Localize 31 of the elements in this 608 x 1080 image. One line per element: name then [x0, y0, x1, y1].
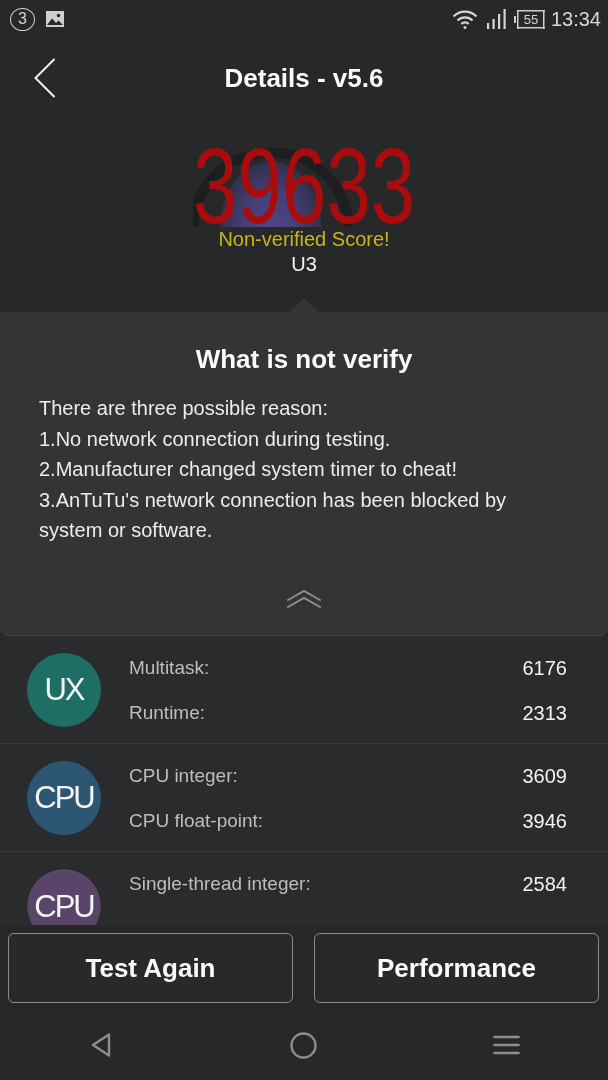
wifi-icon	[451, 9, 478, 29]
signal-icon	[486, 9, 506, 29]
score-warning: Non-verified Score!	[218, 227, 390, 251]
clock-time: 13:34	[550, 7, 601, 31]
metric-label: Multitask:	[129, 657, 210, 679]
performance-button[interactable]: Performance	[314, 933, 599, 1003]
collapse-chevron-icon[interactable]	[286, 589, 322, 609]
metric-value: 3609	[522, 764, 567, 788]
reason-text: There are three possible reason:	[39, 396, 330, 421]
battery-indicator: 55	[512, 9, 545, 29]
home-icon[interactable]	[290, 1031, 318, 1059]
image-icon	[46, 11, 64, 27]
panel-title: What is not verify	[194, 343, 414, 375]
category-badge: CPU	[27, 761, 101, 835]
category-badge: UX	[27, 653, 101, 727]
metric-value: 2584	[522, 872, 567, 896]
menu-icon[interactable]	[493, 1035, 521, 1055]
device-name: U3	[291, 252, 317, 276]
metric-label: Single-thread integer:	[129, 873, 311, 895]
metric-label: CPU integer:	[129, 765, 238, 787]
reason-text: 3.AnTuTu's network connection has been blocked by system or software.	[39, 487, 508, 543]
metric-label: CPU float-point:	[129, 810, 264, 832]
reason-text: 2.Manufacturer changed system timer to cheat!	[39, 457, 458, 482]
metric-value: 2313	[522, 701, 567, 725]
page-title: Details - v5.6	[223, 62, 385, 94]
metric-value: 6176	[522, 656, 567, 680]
test-again-button[interactable]: Test Again	[8, 933, 293, 1003]
metric-label: Runtime:	[129, 702, 206, 724]
metric-value: 3946	[522, 809, 567, 833]
category-badge: CPU	[27, 869, 101, 925]
reason-text: 1.No network connection during testing.	[39, 426, 392, 452]
